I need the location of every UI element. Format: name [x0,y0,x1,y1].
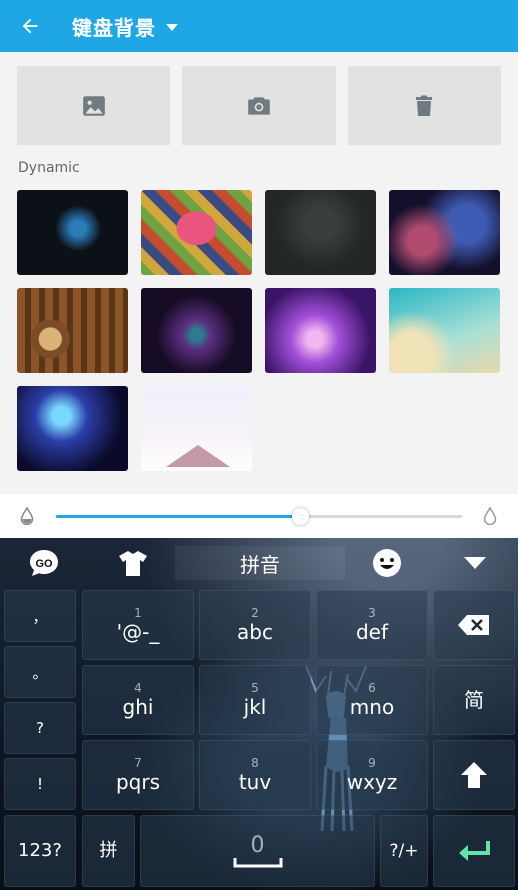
camera-icon [248,96,270,115]
t9-key-4[interactable]: 4 ghi [82,665,194,735]
back-button[interactable] [0,0,60,52]
symbols-key[interactable]: ?/+ [380,815,428,887]
background-thumbnail[interactable] [141,386,252,471]
smiley-icon [373,549,401,577]
background-thumbnail[interactable] [389,288,500,373]
go-logo-icon: GO [30,550,58,576]
gallery-button[interactable] [17,66,171,145]
shift-arrow-icon [461,762,487,788]
chevron-down-icon [464,557,486,569]
tshirt-icon [119,551,147,576]
space-key[interactable]: 0 [140,815,375,887]
space-bar-icon [233,858,282,868]
camera-button[interactable] [182,66,336,145]
background-thumbnail[interactable] [141,190,252,275]
punct-key[interactable]: ! [4,758,76,810]
background-thumbnail[interactable] [17,386,128,471]
drop-low-icon [20,507,34,525]
back-arrow-icon [22,18,38,34]
t9-key-3[interactable]: 3 def [316,590,428,660]
title-dropdown[interactable]: 键盘背景 [72,12,178,41]
keyboard-toolbar: GO 拼音 [0,538,518,588]
emoji-button[interactable] [369,546,405,580]
page-title: 键盘背景 [72,15,156,40]
transparency-slider[interactable] [56,508,462,525]
background-thumbnail[interactable] [389,190,500,275]
pinyin-switch-key[interactable]: 拼 [82,815,135,887]
t9-key-1[interactable]: 1 '@-_ [82,590,194,660]
t9-key-2[interactable]: 2 abc [199,590,311,660]
hide-keyboard-button[interactable] [457,546,493,580]
chevron-down-icon [166,23,178,31]
transparency-slider-bar [0,494,518,538]
app-bar: 键盘背景 [0,0,518,52]
enter-icon [459,841,490,861]
background-grid [17,190,501,471]
background-thumbnail[interactable] [17,190,128,275]
input-mode-label[interactable]: 拼音 [175,546,345,580]
background-thumbnail[interactable] [265,288,376,373]
simplified-key[interactable]: 简 [433,665,515,735]
section-label-dynamic: Dynamic [18,160,80,176]
t9-key-5[interactable]: 5 jkl [199,665,311,735]
punct-key[interactable]: ? [4,702,76,754]
backspace-icon [458,615,489,635]
svg-text:GO: GO [35,558,53,570]
t9-key-7[interactable]: 7 pqrs [82,740,194,810]
t9-key-6[interactable]: 6 mno [316,665,428,735]
background-thumbnail[interactable] [265,190,376,275]
image-icon [82,95,105,116]
shift-key[interactable] [433,740,515,810]
enter-key[interactable] [433,815,515,887]
keyboard-preview: GO 拼音 ， 。 ? ! 1 '@-_ 2 abc 3 def 4 ghi 5… [0,538,518,890]
delete-button[interactable] [347,66,501,145]
backspace-key[interactable] [433,590,515,660]
background-thumbnail[interactable] [17,288,128,373]
punct-key[interactable]: 。 [4,646,76,698]
slider-knob[interactable] [291,508,309,525]
drop-high-icon [483,507,497,525]
go-button[interactable]: GO [26,546,62,580]
numbers-key[interactable]: 123? [4,815,76,887]
background-actions [17,66,501,145]
punct-key[interactable]: ， [4,590,76,642]
theme-button[interactable] [115,546,151,580]
background-thumbnail[interactable] [141,288,252,373]
t9-key-8[interactable]: 8 tuv [199,740,311,810]
trash-icon [416,95,433,116]
slider-fill [56,515,300,518]
t9-key-9[interactable]: 9 wxyz [316,740,428,810]
